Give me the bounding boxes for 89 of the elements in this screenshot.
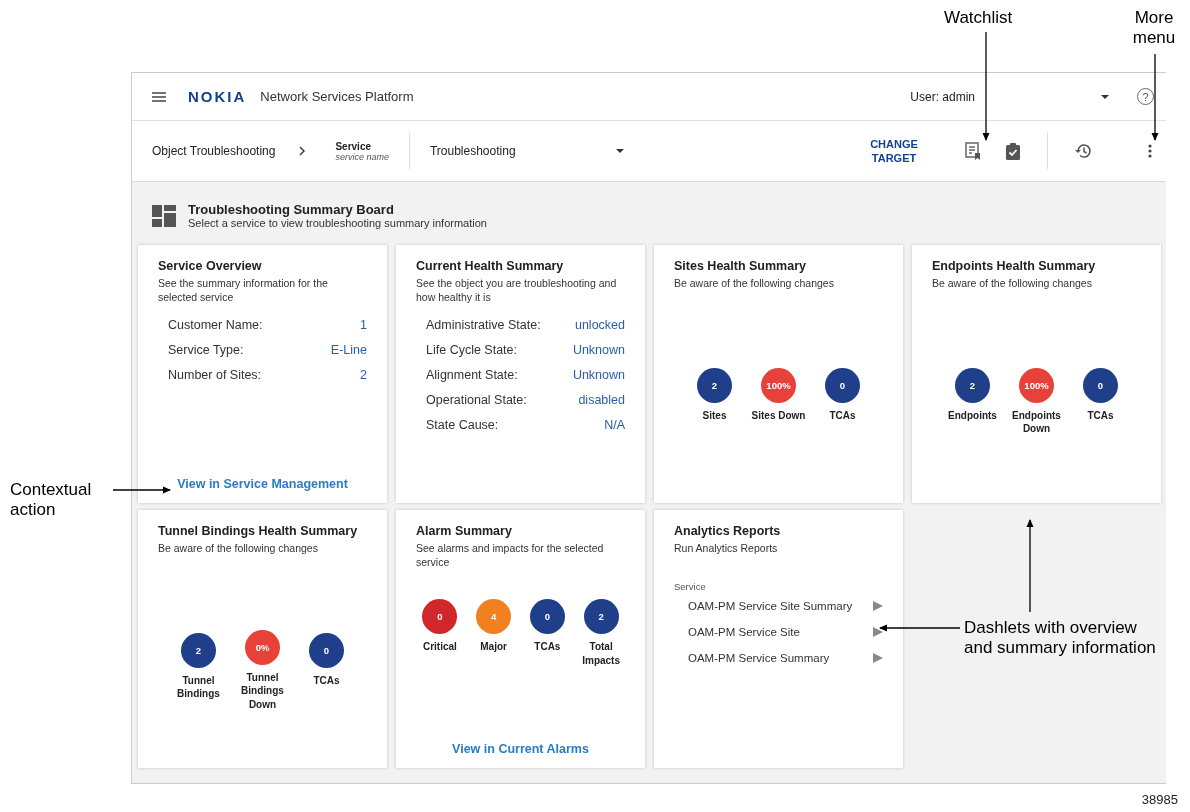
dashboard-icon [152, 204, 176, 227]
dashlet-subtitle: See the summary information for the selected service [158, 276, 329, 305]
field-value: N/A [604, 418, 625, 433]
clipboard-check-icon[interactable] [1005, 142, 1021, 160]
metric-label: Major [480, 640, 507, 654]
field-value: 1 [360, 318, 367, 333]
user-menu[interactable]: User: admin [910, 89, 975, 104]
chevron-icon [299, 146, 306, 156]
play-icon [873, 627, 883, 638]
field-label: Administrative State: [426, 318, 541, 333]
metric-badge[interactable]: 0 [309, 632, 344, 668]
metric-label: Tunnel Bindings Down [240, 670, 285, 712]
metric-label: Critical [422, 640, 457, 654]
board-title: Troubleshooting Summary Board [188, 202, 395, 217]
metric-badge[interactable]: 0 [1083, 367, 1118, 403]
metric-badge[interactable]: 0 [825, 367, 860, 403]
report-item[interactable]: OAM-PM Service Site Summary [688, 600, 883, 613]
watchlist-icon[interactable] [965, 142, 981, 160]
dashlet-title: Current Health Summary [416, 259, 565, 273]
metric-label: Tunnel Bindings [176, 673, 221, 701]
field-label: Customer Name: [168, 318, 263, 333]
dashlet-subtitle: Be aware of the following changes [932, 276, 1093, 291]
caret-icon[interactable] [1101, 94, 1109, 99]
history-icon[interactable] [1074, 143, 1092, 159]
field-value: 2 [360, 368, 367, 383]
dashlet-link[interactable]: View in Current Alarms [416, 742, 625, 756]
callout-text: Contextual action [10, 480, 93, 521]
callout-arrow [112, 486, 171, 494]
metric-badge[interactable]: 0% [245, 629, 280, 665]
report-item[interactable]: OAM-PM Service Site [688, 626, 883, 639]
dashlet-subtitle: Run Analytics Reports [674, 541, 779, 556]
metric-label: Sites [702, 408, 727, 423]
menu-icon[interactable] [152, 91, 166, 102]
section-label: Service [674, 581, 707, 593]
dashlet-subtitle: Be aware of the following changes [158, 541, 319, 556]
dashlet-title: Alarm Summary [416, 524, 513, 538]
metric-badge[interactable]: 2 [697, 367, 732, 403]
field-label: Number of Sites: [168, 368, 262, 383]
field-label: Alignment State: [426, 368, 518, 383]
metric-label: Endpoints Down [1011, 408, 1062, 436]
more-menu-icon[interactable] [1148, 144, 1152, 158]
play-icon [873, 601, 883, 612]
metric-label: TCAs [1087, 408, 1114, 423]
target-name: service name [335, 151, 389, 162]
metric-label: Endpoints [948, 408, 997, 423]
field-value: Unknown [572, 368, 625, 383]
metric-badge[interactable]: 0 [529, 599, 565, 635]
change-target-button[interactable]: CHANGE TARGET [859, 136, 929, 166]
field-value: disabled [578, 393, 625, 408]
metric-badge[interactable]: 2 [583, 599, 619, 635]
breadcrumb-link[interactable]: Object Troubleshooting [152, 144, 276, 158]
metric-label: Total Impacts [581, 640, 621, 668]
callout-text: Watchlist [944, 8, 1013, 29]
metric-badge[interactable]: 2 [955, 367, 990, 403]
target-type: Service [335, 140, 372, 152]
field-label: Service Type: [168, 343, 244, 358]
field-label: Operational State: [426, 393, 527, 408]
dashlet-link[interactable]: View in Service Management [158, 477, 367, 491]
callout-text: Dashlets with overview and summary information [964, 618, 1157, 659]
dashlet-subtitle: See the object you are troubleshooting and how healthy it is [416, 276, 618, 305]
board-subtitle: Select a service to view troubleshooting summary information [188, 217, 487, 229]
metric-label: TCAs [313, 673, 340, 688]
dashlet-subtitle: See alarms and impacts for the selected service [416, 541, 605, 570]
dashlet-title: Sites Health Summary [674, 259, 807, 273]
app-title: Network Services Platform [260, 89, 414, 104]
metric-label: TCAs [534, 640, 561, 654]
figure-number: 38985 [1141, 792, 1178, 807]
report-item[interactable]: OAM-PM Service Summary [688, 652, 883, 665]
view-dropdown[interactable]: Troubleshooting [429, 144, 624, 158]
metric-label: TCAs [829, 408, 856, 423]
field-value: Unknown [572, 343, 625, 358]
field-value: E-Line [330, 343, 367, 358]
play-icon [873, 653, 883, 664]
field-label: Life Cycle State: [426, 343, 517, 358]
dashlet-title: Tunnel Bindings Health Summary [158, 524, 359, 538]
field-label: State Cause: [426, 418, 499, 433]
dashlet-subtitle: Be aware of the following changes [674, 276, 835, 291]
dashlet-title: Service Overview [158, 259, 263, 273]
dashlet-title: Endpoints Health Summary [932, 259, 1097, 273]
metric-badge[interactable]: 2 [181, 632, 216, 668]
dashlet-title: Analytics Reports [674, 524, 782, 538]
callout-text: More menu [1131, 8, 1177, 49]
metric-badge[interactable]: 100% [1019, 367, 1054, 403]
metric-label: Sites Down [751, 408, 806, 423]
caret-icon [615, 149, 624, 153]
metric-badge[interactable]: 0 [422, 599, 458, 635]
logo: NOKIA [188, 88, 247, 105]
field-value: unlocked [574, 318, 625, 333]
metric-badge[interactable]: 100% [761, 367, 796, 403]
